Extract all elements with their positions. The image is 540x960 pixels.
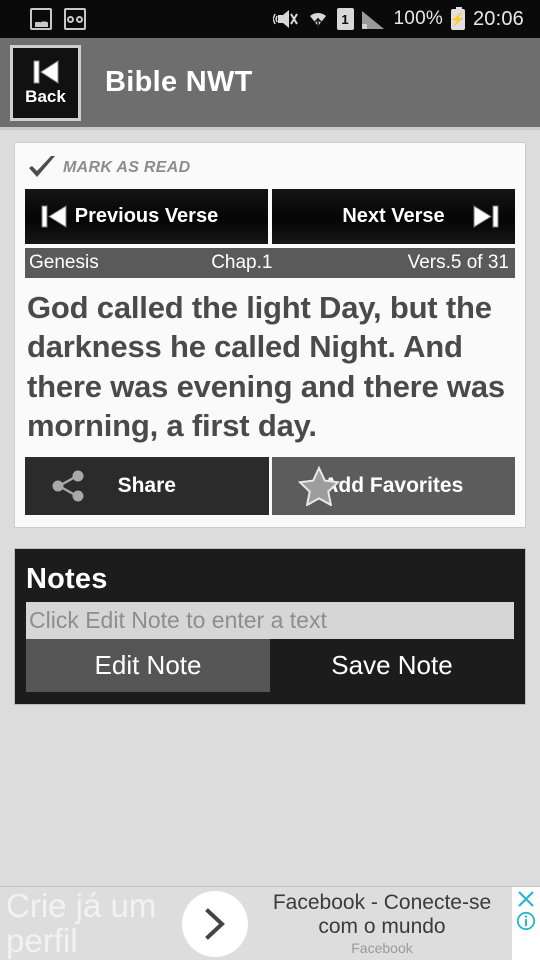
add-favorites-button[interactable]: Add Favorites xyxy=(271,457,515,516)
mark-as-read-label: MARK AS READ xyxy=(63,159,191,176)
edit-note-button[interactable]: Edit Note xyxy=(26,639,270,693)
ad-banner[interactable]: Crie já um perfil Facebook - Conecte-se … xyxy=(0,886,540,960)
previous-verse-button[interactable]: Previous Verse xyxy=(25,189,268,244)
next-verse-button[interactable]: Next Verse xyxy=(272,189,515,244)
status-bar-right-icons: 1 100% 20:06 xyxy=(272,6,528,31)
previous-verse-label: Previous Verse xyxy=(74,205,219,227)
verse-card: MARK AS READ Previous Verse Next Verse G… xyxy=(14,142,526,529)
gallery-icon xyxy=(30,8,52,30)
save-note-button[interactable]: Save Note xyxy=(270,639,514,693)
close-icon[interactable] xyxy=(516,889,536,909)
skip-previous-icon xyxy=(41,205,67,228)
ad-copy: Facebook - Conecte-se com o mundo Facebo… xyxy=(258,891,512,955)
verse-text: God called the light Day, but the darkne… xyxy=(27,290,505,444)
note-actions: Edit Note Save Note xyxy=(26,639,514,693)
battery-charging-icon xyxy=(450,6,465,30)
verse-actions: Share Add Favorites xyxy=(25,457,515,516)
notes-title: Notes xyxy=(26,563,108,596)
reference-book: Genesis xyxy=(29,252,99,273)
voicemail-icon xyxy=(64,8,86,30)
clock-label: 20:06 xyxy=(472,7,524,30)
notes-panel: Notes Edit Note Save Note xyxy=(14,548,526,706)
ad-cta-button[interactable] xyxy=(182,890,248,957)
add-favorites-label: Add Favorites xyxy=(323,474,464,498)
reference-chapter: Chap.1 xyxy=(211,252,273,273)
back-button[interactable]: Back xyxy=(10,44,81,121)
status-bar-left-icons xyxy=(12,8,86,30)
signal-icon xyxy=(361,9,386,29)
sim-1-icon: 1 xyxy=(336,8,354,30)
page-title: Bible NWT xyxy=(105,66,253,98)
main-content: MARK AS READ Previous Verse Next Verse G… xyxy=(0,130,540,872)
info-icon[interactable] xyxy=(516,911,536,931)
ad-advertiser: Facebook xyxy=(351,939,413,956)
ad-left-text: Crie já um perfil xyxy=(6,886,157,959)
chevron-right-icon xyxy=(205,907,225,940)
ad-headline: Facebook - Conecte-se com o mundo xyxy=(272,891,492,938)
wifi-icon xyxy=(309,12,326,28)
reference-verse: Vers.5 of 31 xyxy=(407,252,509,273)
vibrate-mute-icon xyxy=(272,10,298,28)
share-icon xyxy=(52,470,84,502)
star-icon xyxy=(297,466,340,507)
skip-previous-icon xyxy=(33,59,58,84)
share-label: Share xyxy=(117,474,176,498)
mark-as-read-button[interactable]: MARK AS READ xyxy=(25,153,515,189)
skip-next-icon xyxy=(473,205,499,228)
verse-reference-bar: Genesis Chap.1 Vers.5 of 31 xyxy=(25,248,515,278)
share-button[interactable]: Share xyxy=(25,457,269,516)
status-bar: 1 100% 20:06 xyxy=(0,0,540,38)
back-button-label: Back xyxy=(25,86,66,106)
check-icon xyxy=(29,156,55,177)
note-input[interactable] xyxy=(26,602,514,640)
next-verse-label: Next Verse xyxy=(342,205,445,227)
ad-controls xyxy=(512,887,540,960)
battery-percent-label: 100% xyxy=(393,8,443,29)
app-header: Back Bible NWT xyxy=(0,38,540,130)
verse-navigation: Previous Verse Next Verse xyxy=(25,189,515,244)
